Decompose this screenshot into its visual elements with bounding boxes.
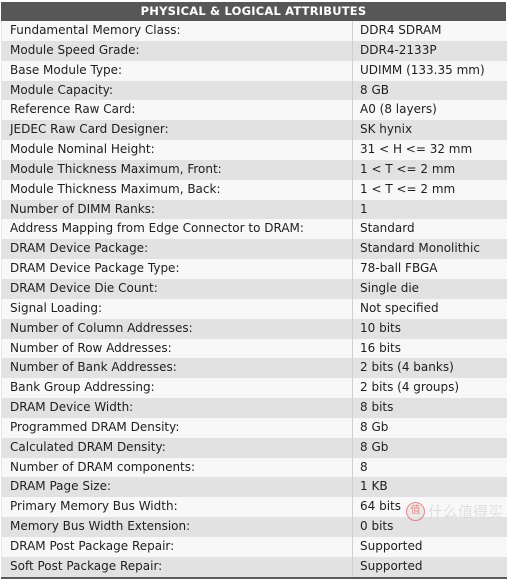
table-row: Module Nominal Height:31 < H <= 32 mm	[2, 140, 507, 160]
attribute-key: Reference Raw Card:	[2, 100, 353, 120]
table-row: Number of Bank Addresses:2 bits (4 banks…	[2, 358, 507, 378]
attribute-value: Single die	[353, 279, 507, 299]
attribute-key: Programmed DRAM Density:	[2, 418, 353, 438]
table-row: Module Thickness Maximum, Back:1 < T <= …	[2, 180, 507, 200]
attribute-key: DRAM Device Package:	[2, 239, 353, 259]
attribute-value: 10 bits	[353, 319, 507, 339]
attributes-table: Fundamental Memory Class:DDR4 SDRAMModul…	[1, 21, 507, 579]
attribute-value: Standard Monolithic	[353, 239, 507, 259]
attribute-key: Module Thickness Maximum, Back:	[2, 180, 353, 200]
attribute-value: SK hynix	[353, 120, 507, 140]
attribute-value: 2 bits (4 banks)	[353, 358, 507, 378]
table-row: Module Thickness Maximum, Front:1 < T <=…	[2, 160, 507, 180]
attribute-value: 16 bits	[353, 339, 507, 359]
table-row: JEDEC Raw Card Designer:SK hynix	[2, 120, 507, 140]
attribute-key: JEDEC Raw Card Designer:	[2, 120, 353, 140]
attribute-value: 8 bits	[353, 398, 507, 418]
attribute-key: Number of DIMM Ranks:	[2, 200, 353, 220]
attribute-value: 78-ball FBGA	[353, 259, 507, 279]
attribute-key: DRAM Page Size:	[2, 477, 353, 497]
table-row: Module Speed Grade:DDR4-2133P	[2, 41, 507, 61]
attribute-value: Supported	[353, 537, 507, 557]
attributes-table-body: Fundamental Memory Class:DDR4 SDRAMModul…	[2, 21, 507, 578]
attribute-key: Module Nominal Height:	[2, 140, 353, 160]
table-row: Number of Row Addresses:16 bits	[2, 339, 507, 359]
attribute-value: 1 KB	[353, 477, 507, 497]
attribute-key: Soft Post Package Repair:	[2, 557, 353, 578]
attribute-value: 8 Gb	[353, 418, 507, 438]
attribute-value: A0 (8 layers)	[353, 100, 507, 120]
table-row: Module Capacity:8 GB	[2, 81, 507, 101]
attribute-key: Fundamental Memory Class:	[2, 21, 353, 41]
table-row: Number of DIMM Ranks:1	[2, 200, 507, 220]
spd-attributes-panel: PHYSICAL & LOGICAL ATTRIBUTES Fundamenta…	[0, 0, 507, 528]
attribute-key: Base Module Type:	[2, 61, 353, 81]
table-row: Programmed DRAM Density:8 Gb	[2, 418, 507, 438]
attribute-key: Memory Bus Width Extension:	[2, 517, 353, 537]
table-row: DRAM Page Size:1 KB	[2, 477, 507, 497]
attribute-value: 1 < T <= 2 mm	[353, 180, 507, 200]
table-row: Signal Loading:Not specified	[2, 299, 507, 319]
table-row: Soft Post Package Repair:Supported	[2, 557, 507, 578]
attribute-key: Address Mapping from Edge Connector to D…	[2, 219, 353, 239]
table-row: DRAM Device Die Count:Single die	[2, 279, 507, 299]
attribute-value: 8 Gb	[353, 438, 507, 458]
attribute-value: 0 bits	[353, 517, 507, 537]
attribute-value: UDIMM (133.35 mm)	[353, 61, 507, 81]
section-title-physical-logical-attributes: PHYSICAL & LOGICAL ATTRIBUTES	[1, 2, 506, 21]
table-row: Bank Group Addressing:2 bits (4 groups)	[2, 378, 507, 398]
attribute-value: DDR4-2133P	[353, 41, 507, 61]
attribute-value: 8	[353, 458, 507, 478]
attribute-value: 2 bits (4 groups)	[353, 378, 507, 398]
attribute-key: Bank Group Addressing:	[2, 378, 353, 398]
table-row: DRAM Device Width:8 bits	[2, 398, 507, 418]
table-row: Reference Raw Card:A0 (8 layers)	[2, 100, 507, 120]
table-row: Address Mapping from Edge Connector to D…	[2, 219, 507, 239]
attribute-value: Standard	[353, 219, 507, 239]
table-row: Primary Memory Bus Width:64 bits	[2, 497, 507, 517]
attribute-value: 64 bits	[353, 497, 507, 517]
attribute-key: Primary Memory Bus Width:	[2, 497, 353, 517]
attribute-key: DRAM Device Package Type:	[2, 259, 353, 279]
attribute-key: DRAM Device Width:	[2, 398, 353, 418]
table-row: Number of Column Addresses:10 bits	[2, 319, 507, 339]
table-row: DRAM Post Package Repair:Supported	[2, 537, 507, 557]
attribute-key: Signal Loading:	[2, 299, 353, 319]
table-row: Calculated DRAM Density:8 Gb	[2, 438, 507, 458]
attribute-value: 8 GB	[353, 81, 507, 101]
attribute-key: DRAM Device Die Count:	[2, 279, 353, 299]
attribute-key: Module Capacity:	[2, 81, 353, 101]
attribute-key: Number of Bank Addresses:	[2, 358, 353, 378]
attribute-value: 1 < T <= 2 mm	[353, 160, 507, 180]
attribute-key: Number of DRAM components:	[2, 458, 353, 478]
attribute-key: DRAM Post Package Repair:	[2, 537, 353, 557]
attribute-key: Number of Column Addresses:	[2, 319, 353, 339]
table-row: Base Module Type:UDIMM (133.35 mm)	[2, 61, 507, 81]
attribute-key: Module Thickness Maximum, Front:	[2, 160, 353, 180]
attribute-key: Calculated DRAM Density:	[2, 438, 353, 458]
table-row: DRAM Device Package Type:78-ball FBGA	[2, 259, 507, 279]
attribute-value: DDR4 SDRAM	[353, 21, 507, 41]
table-row: Fundamental Memory Class:DDR4 SDRAM	[2, 21, 507, 41]
table-row: Number of DRAM components:8	[2, 458, 507, 478]
attribute-value: Not specified	[353, 299, 507, 319]
attribute-value: 1	[353, 200, 507, 220]
attribute-key: Number of Row Addresses:	[2, 339, 353, 359]
table-row: Memory Bus Width Extension:0 bits	[2, 517, 507, 537]
attribute-value: Supported	[353, 557, 507, 578]
attribute-value: 31 < H <= 32 mm	[353, 140, 507, 160]
table-row: DRAM Device Package:Standard Monolithic	[2, 239, 507, 259]
attribute-key: Module Speed Grade:	[2, 41, 353, 61]
